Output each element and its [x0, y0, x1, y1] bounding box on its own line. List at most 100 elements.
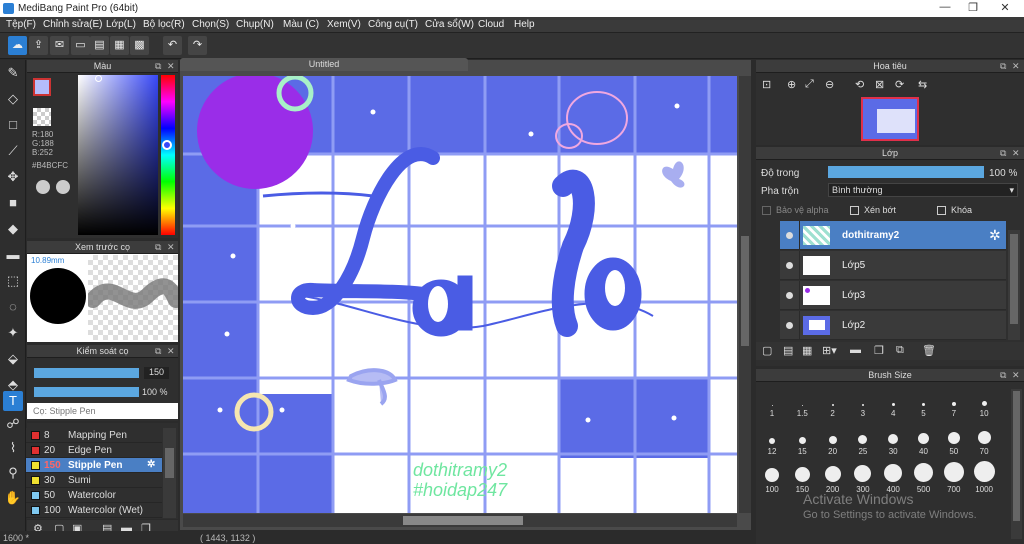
fill-rect-tool-icon[interactable]: ■ [3, 193, 23, 213]
brush-size-preset[interactable]: 30 [878, 430, 908, 456]
visibility-eye-icon[interactable] [780, 311, 800, 340]
menu-edit[interactable]: Chỉnh sửa(E) [43, 19, 103, 30]
eraser-tool-icon[interactable]: ◇ [3, 89, 23, 109]
lock-checkbox[interactable] [937, 206, 946, 215]
new-layer-icon[interactable]: ▢ [762, 344, 772, 357]
layer-row-selected[interactable]: dothitramy2 ✲ [780, 221, 1006, 250]
saturation-value-picker[interactable] [78, 75, 158, 235]
hue-cursor[interactable] [162, 140, 172, 150]
brush-size-preset[interactable]: 50 [939, 430, 969, 456]
add-layer-dropdown-icon[interactable]: ⊞▾ [822, 344, 837, 357]
close-icon[interactable]: ✕ [167, 345, 175, 358]
restore-button[interactable]: ❐ [958, 1, 988, 16]
brush-tool-icon[interactable]: ✎ [3, 63, 23, 83]
brush-size-preset[interactable]: 4 [878, 392, 908, 418]
brush-size-preset[interactable]: 5 [909, 392, 939, 418]
close-icon[interactable]: ✕ [1012, 60, 1020, 73]
menu-tools[interactable]: Công cụ(T) [368, 19, 418, 30]
comment-icon[interactable]: ✉ [50, 36, 69, 55]
menu-layer[interactable]: Lớp(L) [106, 19, 136, 30]
brush-size-preset[interactable]: 1.5 [787, 392, 817, 418]
new-halftone-layer-icon[interactable]: ▤ [783, 344, 793, 357]
horizontal-scrollbar[interactable] [183, 514, 737, 527]
select-pen-icon[interactable]: ⬙ [3, 349, 23, 369]
brush-size-scrollbar[interactable] [1011, 389, 1022, 539]
brush-item[interactable]: 50 Watercolor [26, 488, 162, 503]
vertical-scrollbar[interactable] [739, 76, 751, 513]
brush-opacity-value[interactable]: 100 % [142, 387, 168, 397]
brush-size-preset[interactable]: 700 [939, 462, 969, 494]
brush-item[interactable]: 100 Watercolor (Wet) [26, 503, 162, 518]
rotate-right-icon[interactable]: ⟳ [895, 78, 904, 91]
visibility-eye-icon[interactable] [780, 251, 800, 280]
layer-row[interactable]: Lớp5 [780, 251, 1006, 280]
cloud-icon[interactable]: ☁ [8, 36, 27, 55]
brush-size-preset[interactable]: 3 [848, 392, 878, 418]
blend-mode-select[interactable]: Bình thường ▾ [828, 183, 1018, 197]
gear-icon[interactable]: ✲ [989, 227, 1001, 244]
brush-size-preset[interactable]: 15 [787, 430, 817, 456]
popout-icon[interactable]: ⧉ [1000, 60, 1006, 73]
menu-file[interactable]: Tệp(F) [6, 19, 36, 30]
redo-icon[interactable]: ↷ [188, 36, 207, 55]
brush-size-preset[interactable]: 1000 [969, 461, 999, 494]
popout-icon[interactable]: ⧉ [1000, 369, 1006, 382]
brush-size-preset[interactable]: 2 [818, 392, 848, 418]
brush-item[interactable]: 20 Edge Pen [26, 443, 162, 458]
text-tool-icon[interactable]: T [3, 391, 23, 411]
layer-row[interactable]: Lớp3 [780, 281, 1006, 310]
hue-slider[interactable] [161, 75, 175, 235]
duplicate-layer-icon[interactable]: ❐ [874, 344, 884, 357]
brush-size-preset[interactable]: 10 [969, 392, 999, 418]
zoom-fit-icon[interactable]: ⊡ [762, 78, 771, 91]
delete-layer-icon[interactable]: 🗑 [922, 344, 936, 357]
brush-item[interactable]: 8 Mapping Pen [26, 428, 162, 443]
popout-icon[interactable]: ⧉ [1000, 147, 1006, 160]
close-button[interactable]: ✕ [990, 1, 1020, 16]
brush-size-preset[interactable]: 100 [757, 468, 787, 494]
palette-settings-icon[interactable] [56, 180, 70, 194]
palette-icon[interactable] [36, 180, 50, 194]
brush-item-selected[interactable]: 150 Stipple Pen ✲ [26, 458, 162, 473]
hand-tool-icon[interactable]: ✋ [3, 488, 23, 508]
clipping-checkbox[interactable] [850, 206, 859, 215]
line-tool-icon[interactable]: ⟋ [3, 141, 23, 161]
popout-icon[interactable]: ⧉ [155, 241, 161, 254]
drawing-canvas[interactable]: dothitramy2 #hoidap247 [183, 76, 737, 513]
zoom-in-icon[interactable]: ⊕ [787, 78, 796, 91]
layer-row[interactable]: Lớp2 [780, 311, 1006, 340]
close-icon[interactable]: ✕ [1012, 147, 1020, 160]
brush-size-value[interactable]: 150 [144, 367, 169, 379]
background-color-swatch[interactable] [33, 108, 51, 126]
menu-help[interactable]: Help [514, 19, 535, 30]
close-icon[interactable]: ✕ [167, 60, 175, 73]
lasso-tool-icon[interactable]: ◌ [3, 297, 23, 317]
grid-icon[interactable]: ▦ [110, 36, 129, 55]
popout-icon[interactable]: ⧉ [155, 60, 161, 73]
blur-tool-icon[interactable]: ⌇ [3, 438, 23, 458]
brush-size-preset[interactable]: 1 [757, 392, 787, 418]
tiles-icon[interactable]: ▩ [130, 36, 149, 55]
menu-window[interactable]: Cửa sổ(W) [425, 19, 474, 30]
move-tool-icon[interactable]: ✥ [3, 167, 23, 187]
current-brush-field[interactable]: Cọ: Stipple Pen [27, 403, 178, 419]
gear-icon[interactable]: ✲ [147, 459, 155, 470]
document-tab[interactable]: Untitled [180, 58, 468, 71]
fit-screen-icon[interactable]: ⤢ [805, 78, 814, 91]
rectangle-tool-icon[interactable]: □ [3, 115, 23, 135]
merge-layer-icon[interactable]: ⧉ [896, 344, 904, 357]
protect-alpha-checkbox[interactable] [762, 206, 771, 215]
document-icon[interactable]: ▤ [90, 36, 109, 55]
brush-size-preset[interactable]: 25 [848, 430, 878, 456]
brush-size-slider[interactable] [34, 368, 139, 378]
layer-opacity-slider[interactable] [828, 166, 984, 178]
close-icon[interactable]: ✕ [1012, 369, 1020, 382]
new-8bit-layer-icon[interactable]: ▦ [802, 344, 812, 357]
chat-icon[interactable]: ▭ [71, 36, 90, 55]
eyedropper-icon[interactable]: ⚲ [3, 463, 23, 483]
sv-cursor[interactable] [95, 75, 102, 82]
foreground-color-swatch[interactable] [33, 78, 51, 96]
operation-tool-icon[interactable]: ☍ [3, 414, 23, 434]
select-tool-icon[interactable]: ⬚ [3, 271, 23, 291]
flip-icon[interactable]: ⇆ [918, 78, 927, 91]
